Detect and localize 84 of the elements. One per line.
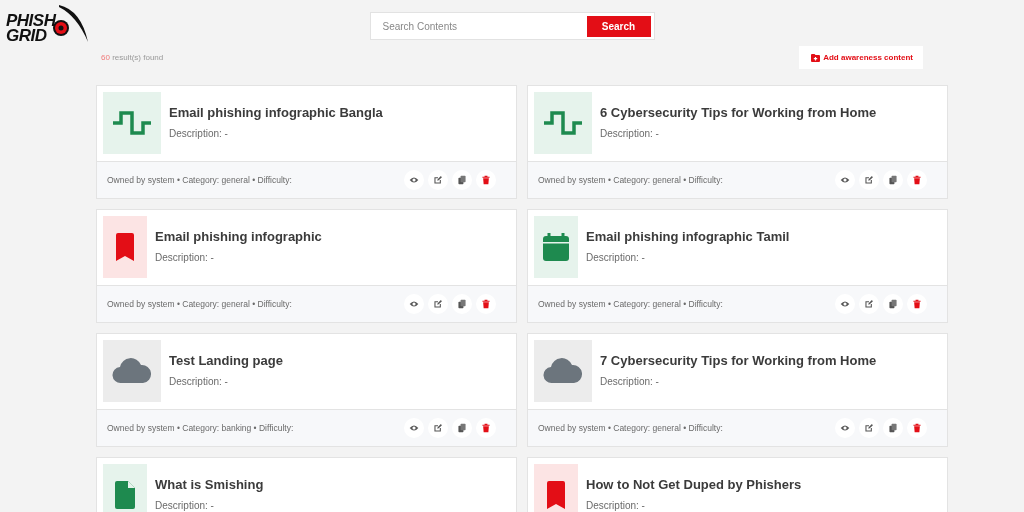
card-description: Description: -: [169, 376, 229, 387]
edit-icon: [864, 299, 874, 309]
copy-button[interactable]: [883, 170, 903, 190]
card-title: How to Not Get Duped by Phishers: [586, 477, 802, 492]
trash-button[interactable]: [907, 418, 927, 438]
card-description: Description: -: [600, 128, 660, 139]
copy-icon: [888, 423, 898, 433]
copy-button[interactable]: [452, 294, 472, 314]
copy-icon: [457, 423, 467, 433]
eye-button[interactable]: [835, 294, 855, 314]
card-title: What is Smishing: [155, 477, 264, 492]
edit-button[interactable]: [428, 418, 448, 438]
card-description: Description: -: [169, 128, 229, 139]
trash-icon: [912, 299, 922, 309]
eye-icon: [840, 423, 850, 433]
folder-plus-icon: [811, 53, 821, 62]
card-title: Email phishing infographic: [155, 229, 322, 244]
copy-icon: [888, 175, 898, 185]
trash-button[interactable]: [476, 418, 496, 438]
search-field[interactable]: Search Contents Search: [369, 12, 655, 40]
eye-button[interactable]: [404, 418, 424, 438]
eye-icon: [840, 175, 850, 185]
edit-icon: [433, 299, 443, 309]
card-meta: Owned by system • Category: general • Difficulty:: [538, 175, 724, 185]
trash-icon: [912, 423, 922, 433]
copy-icon: [457, 299, 467, 309]
logo-text: PHISH: [6, 13, 56, 28]
search-button[interactable]: Search: [586, 15, 651, 37]
edit-button[interactable]: [859, 170, 879, 190]
edit-button[interactable]: [859, 294, 879, 314]
card-title: Email phishing infographic Tamil: [586, 229, 790, 244]
add-content-button[interactable]: Add awareness content: [799, 46, 923, 69]
card-title: 6 Cybersecurity Tips for Working from Home: [600, 105, 877, 120]
copy-button[interactable]: [883, 294, 903, 314]
card-description: Description: -: [586, 252, 646, 263]
card-description: Description: -: [155, 500, 215, 511]
bookmark-icon: [545, 480, 567, 510]
card-meta: Owned by system • Category: general • Difficulty:: [538, 423, 724, 433]
results-count: 60 result(s) found: [101, 53, 164, 62]
card-meta: Owned by system • Category: general • Difficulty:: [107, 299, 293, 309]
copy-icon: [888, 299, 898, 309]
edit-button[interactable]: [859, 418, 879, 438]
edit-icon: [864, 423, 874, 433]
trash-icon: [481, 299, 491, 309]
eye-button[interactable]: [835, 418, 855, 438]
copy-icon: [457, 175, 467, 185]
edit-button[interactable]: [428, 170, 448, 190]
card-meta: Owned by system • Category: banking • Difficulty:: [107, 423, 295, 433]
card-meta: Owned by system • Category: general • Difficulty:: [538, 299, 724, 309]
edit-icon: [864, 175, 874, 185]
trash-icon: [912, 175, 922, 185]
edit-icon: [433, 175, 443, 185]
trash-button[interactable]: [476, 170, 496, 190]
eye-icon: [409, 299, 419, 309]
cloud-icon: [112, 358, 152, 384]
card-title: 7 Cybersecurity Tips for Working from Home: [600, 353, 877, 368]
bookmark-icon: [114, 232, 136, 262]
card-description: Description: -: [586, 500, 646, 511]
eye-button[interactable]: [404, 294, 424, 314]
card-description: Description: -: [155, 252, 215, 263]
trash-button[interactable]: [907, 294, 927, 314]
card-meta: Owned by system • Category: general • Difficulty:: [107, 175, 293, 185]
eye-icon: [840, 299, 850, 309]
copy-button[interactable]: [883, 418, 903, 438]
card-title: Test Landing page: [169, 353, 283, 368]
card-description: Description: -: [600, 376, 660, 387]
trash-button[interactable]: [476, 294, 496, 314]
trash-icon: [481, 423, 491, 433]
cloud-icon: [543, 358, 583, 384]
calendar-icon: [542, 232, 570, 262]
edit-icon: [433, 423, 443, 433]
copy-button[interactable]: [452, 418, 472, 438]
eye-button[interactable]: [835, 170, 855, 190]
pulse-icon: [112, 110, 152, 136]
edit-button[interactable]: [428, 294, 448, 314]
eye-button[interactable]: [404, 170, 424, 190]
card-title: Email phishing infographic Bangla: [169, 105, 383, 120]
logo-text: GRID: [6, 28, 48, 43]
eye-icon: [409, 423, 419, 433]
copy-button[interactable]: [452, 170, 472, 190]
trash-button[interactable]: [907, 170, 927, 190]
pulse-icon: [543, 110, 583, 136]
trash-icon: [481, 175, 491, 185]
eye-icon: [409, 175, 419, 185]
